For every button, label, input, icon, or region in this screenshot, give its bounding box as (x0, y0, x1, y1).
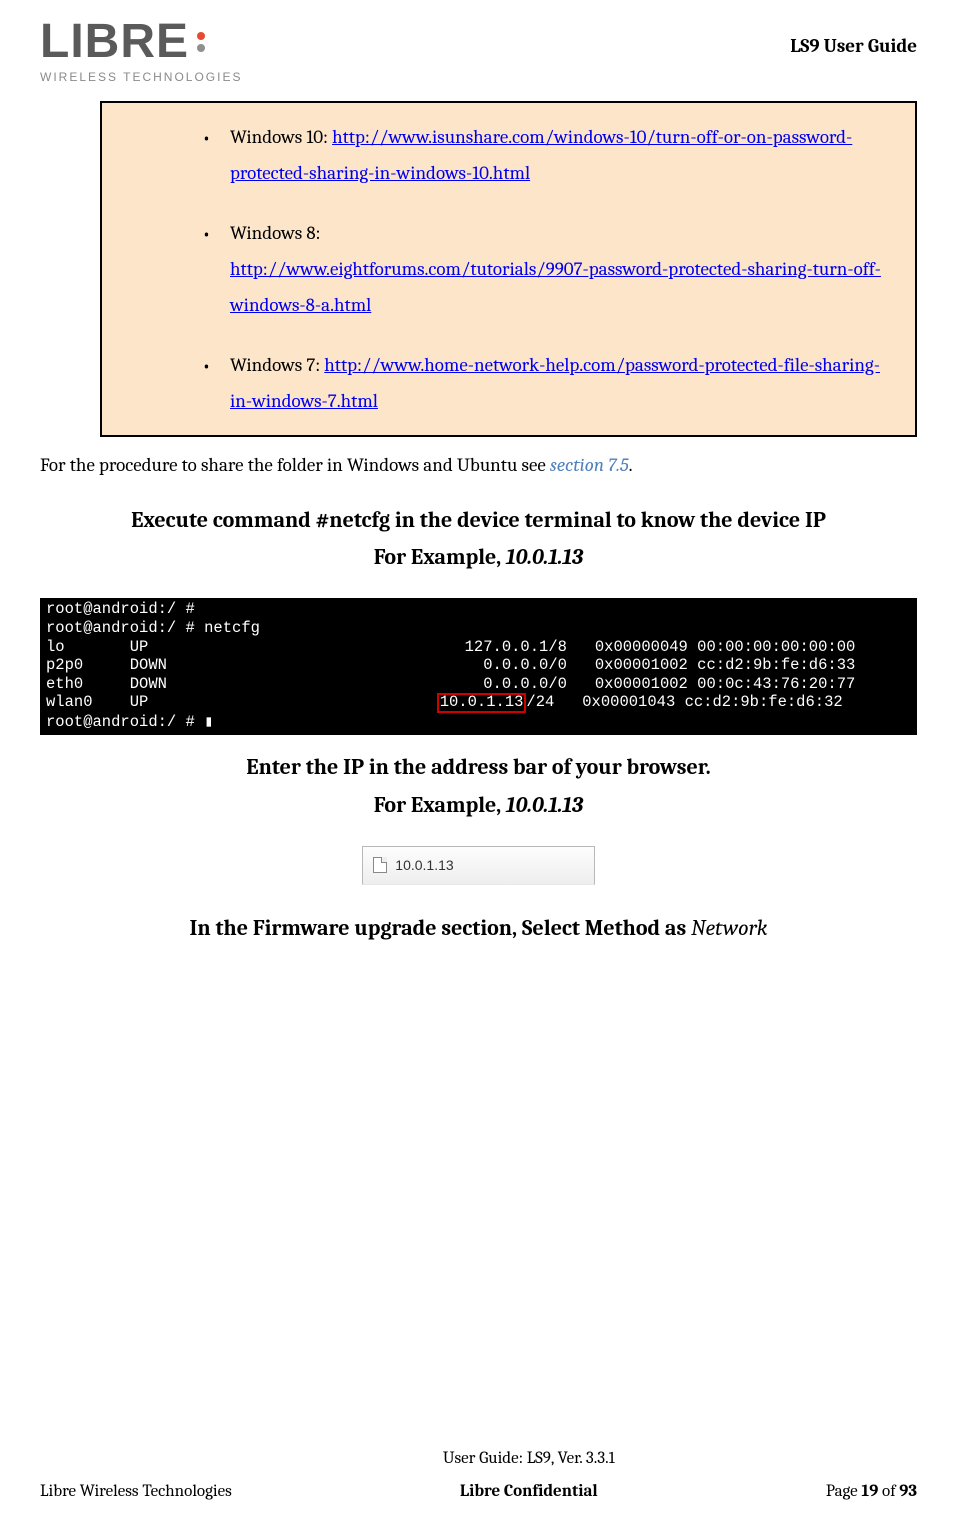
footer-confidential: Libre Confidential (443, 1476, 615, 1508)
footer-company: Libre Wireless Technologies (40, 1476, 232, 1508)
browser-tab-text: 10.0.1.13 (395, 852, 453, 879)
list-item: Windows 10: http://www.isunshare.com/win… (230, 119, 897, 191)
document-title: LS9 User Guide (790, 28, 917, 64)
footer-version: User Guide: LS9, Ver. 3.3.1 (443, 1443, 615, 1475)
step-text: Enter the IP in the address bar of your … (100, 749, 857, 786)
terminal-cursor-icon: ▮ (204, 713, 213, 731)
external-link[interactable]: http://www.home-network-help.com/passwor… (230, 354, 880, 412)
list-item: Windows 8: http://www.eightforums.com/tu… (230, 215, 897, 323)
page-footer: Libre Wireless Technologies User Guide: … (40, 1443, 917, 1508)
step-text: For Example, (374, 792, 506, 818)
footer-pagination: Page 19 of 93 (826, 1476, 917, 1508)
step-text: For Example, (374, 544, 506, 570)
instruction-step: Enter the IP in the address bar of your … (100, 749, 857, 824)
logo-dots-icon (197, 32, 205, 52)
instruction-step: Execute command #netcfg in the device te… (100, 502, 857, 577)
instruction-step: In the Firmware upgrade section, Select … (100, 910, 857, 947)
brand-logo: LIBRE WIRELESS TECHNOLOGIES (40, 18, 242, 89)
info-callout: Windows 10: http://www.isunshare.com/win… (100, 101, 917, 438)
list-item-prefix: Windows 7: (230, 354, 324, 376)
example-value: 10.0.1.13 (506, 544, 583, 570)
terminal-screenshot: root@android:/ # root@android:/ # netcfg… (40, 598, 917, 735)
external-link[interactable]: http://www.eightforums.com/tutorials/990… (230, 258, 881, 316)
section-reference-link[interactable]: section 7.5 (550, 454, 629, 476)
logo-subtext: WIRELESS TECHNOLOGIES (40, 66, 242, 89)
highlighted-ip: 10.0.1.13 (437, 693, 527, 713)
logo-text: LIBRE (40, 18, 189, 66)
list-item-prefix: Windows 10: (230, 126, 332, 148)
browser-tab-screenshot: 10.0.1.13 (362, 846, 594, 885)
step-text: In the Firmware upgrade section, Select … (189, 915, 691, 941)
list-item: Windows 7: http://www.home-network-help.… (230, 347, 897, 419)
list-item-prefix: Windows 8: (230, 222, 321, 244)
step-text: Execute command #netcfg in the device te… (100, 502, 857, 539)
option-value: Network (691, 915, 767, 941)
paragraph: For the procedure to share the folder in… (40, 447, 917, 483)
page-icon (373, 857, 387, 873)
example-value: 10.0.1.13 (506, 792, 583, 818)
